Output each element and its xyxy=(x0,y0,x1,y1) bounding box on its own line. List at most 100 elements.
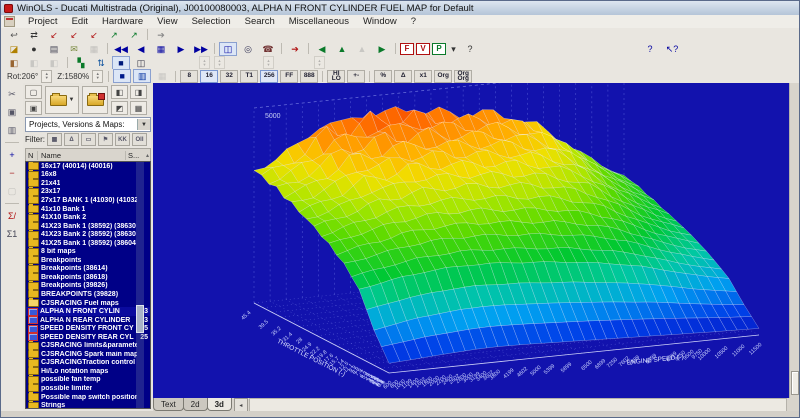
phone-icon[interactable]: ☎ xyxy=(259,42,277,56)
map-edit-icon[interactable]: ◧ xyxy=(5,56,23,70)
doc-prev-button[interactable]: ◧ xyxy=(111,85,128,99)
view-3d-icon[interactable]: ■ xyxy=(113,69,131,83)
list-item[interactable]: Breakpoints xyxy=(26,256,150,265)
list-item[interactable]: Hi/Lo notation maps xyxy=(26,367,150,376)
tab-2d[interactable]: 2d xyxy=(183,398,208,411)
view-columns-icon[interactable]: ▥ xyxy=(133,69,151,83)
next-map-icon[interactable]: ▶ xyxy=(172,42,190,56)
list-item[interactable]: 23x17 xyxy=(26,188,150,197)
tab-text[interactable]: Text xyxy=(153,398,184,411)
map-3d-view[interactable]: 5000600800100011991400160218002000220024… xyxy=(153,83,789,398)
list-item[interactable]: Strings xyxy=(26,401,150,409)
list-item[interactable]: CJSRACING Spark main maps xyxy=(26,350,150,359)
list-item[interactable]: SPEED DENSITY REAR CYL25 xyxy=(26,333,150,342)
binoculars-icon[interactable]: ● xyxy=(25,42,43,56)
width-16bit-button[interactable]: 16 xyxy=(200,70,218,83)
hilo-button[interactable]: HI LO xyxy=(327,70,345,83)
menu-window[interactable]: Window xyxy=(356,16,404,27)
first-map-icon[interactable]: ◀◀ xyxy=(112,42,130,56)
save-button[interactable]: ▣ xyxy=(25,101,42,115)
cut-icon[interactable]: ✂ xyxy=(3,87,21,101)
list-item[interactable]: 16x17 (40014) (40016) xyxy=(26,162,150,171)
list-item[interactable]: SPEED DENSITY FRONT CY25 xyxy=(26,324,150,333)
list-item[interactable]: BREAKPOINTS (39828) xyxy=(26,290,150,299)
preview-icon[interactable]: ◎ xyxy=(239,42,257,56)
filter-oii-button[interactable]: OII xyxy=(132,133,147,146)
list-item[interactable]: 21x41 xyxy=(26,179,150,188)
list-item[interactable]: possible fan temp xyxy=(26,376,150,385)
menu-selection[interactable]: Selection xyxy=(185,16,238,27)
factor-button[interactable]: x1 xyxy=(414,70,432,83)
combo-dropdown-icon[interactable]: ▼ xyxy=(137,119,150,130)
panel-mode-select[interactable]: Projects, Versions & Maps: ▼ xyxy=(25,117,151,132)
menu-[interactable]: ? xyxy=(404,16,423,27)
surface-plot[interactable]: 5000600800100011991400160218002000220024… xyxy=(153,83,789,398)
doc-grid-button[interactable]: ▦ xyxy=(130,101,147,115)
compare-icon[interactable]: ▚ xyxy=(72,56,90,70)
menu-view[interactable]: View xyxy=(150,16,184,27)
org-org-button[interactable]: Org Org xyxy=(454,70,472,83)
context-help-icon[interactable]: ? xyxy=(641,42,659,56)
up-icon[interactable]: ▲ xyxy=(333,42,351,56)
filter-hex-button[interactable]: ▦ xyxy=(47,133,62,146)
list-scrollbar-thumb[interactable] xyxy=(136,305,144,333)
undo-icon[interactable]: ↩ xyxy=(5,28,23,42)
menu-edit[interactable]: Edit xyxy=(65,16,95,27)
width-8bit-button[interactable]: 8 xyxy=(180,70,198,83)
chart-hscrollbar[interactable] xyxy=(249,398,787,412)
delete-version-icon[interactable]: − xyxy=(3,166,21,180)
list-item[interactable]: Breakpoints (39826) xyxy=(26,282,150,291)
dec-display-button[interactable]: 256 xyxy=(260,70,278,83)
sigma-one-icon[interactable]: Σ1 xyxy=(1,227,23,241)
doc-next-button[interactable]: ◩ xyxy=(111,101,128,115)
sigma-slash-icon[interactable]: Σ/ xyxy=(1,209,23,223)
filter-flag-button[interactable]: ⚑ xyxy=(98,133,113,146)
width-text-button[interactable]: T1 xyxy=(240,70,258,83)
list-item[interactable]: possible limiter xyxy=(26,384,150,393)
list-item[interactable]: 41X10 Bank 2 xyxy=(26,213,150,222)
f-window-icon[interactable]: F xyxy=(400,43,414,55)
open-recent-button[interactable] xyxy=(82,86,108,114)
checksum-red1-icon[interactable]: ↙ xyxy=(45,28,63,42)
menu-search[interactable]: Search xyxy=(238,16,282,27)
pane-icon[interactable]: ◫ xyxy=(132,56,150,70)
list-item[interactable]: CJSRACING limits&parameters xyxy=(26,341,150,350)
list-item[interactable]: Breakpoints (38614) xyxy=(26,265,150,274)
map-list-icon[interactable]: ▦ xyxy=(152,42,170,56)
prev-map-icon[interactable]: ◀ xyxy=(132,42,150,56)
width-32bit-button[interactable]: 32 xyxy=(220,70,238,83)
list-item[interactable]: 41X23 Bank 2 (38592) (38630 xyxy=(26,230,150,239)
list-item[interactable]: 27x17 BANK 1 (41030) (41032 xyxy=(26,196,150,205)
new-version-icon[interactable]: + xyxy=(3,148,21,162)
list-item[interactable]: 41x10 Bank 1 xyxy=(26,205,150,214)
list-item[interactable]: ALPHA N FRONT CYLIN23 xyxy=(26,307,150,316)
checksum-green2-icon[interactable]: ↗ xyxy=(125,28,143,42)
split-view-icon[interactable]: ◫ xyxy=(219,42,237,56)
chart-vscrollbar[interactable] xyxy=(789,83,800,398)
list-item[interactable]: 8 bit maps xyxy=(26,247,150,256)
print-icon[interactable]: ▤ xyxy=(45,42,63,56)
sort-icon[interactable]: ⇅ xyxy=(92,56,110,70)
copy-icon[interactable]: ▣ xyxy=(3,105,21,119)
checksum-red2-icon[interactable]: ↙ xyxy=(65,28,83,42)
menu-project[interactable]: Project xyxy=(21,16,65,27)
filter-delta-button[interactable]: Δ xyxy=(64,133,79,146)
list-item[interactable]: CJSRACINGTraction control (3 xyxy=(26,359,150,368)
p-window-icon[interactable]: P xyxy=(432,43,446,55)
tab-3d[interactable]: 3d xyxy=(207,398,232,411)
list-item[interactable]: 41X23 Bank 1 (38592) (38630 xyxy=(26,222,150,231)
list-item[interactable]: CJSRACING Fuel maps xyxy=(26,299,150,308)
sign-button[interactable]: +- xyxy=(347,70,365,83)
chart-vscrollbar-thumb[interactable] xyxy=(791,371,799,395)
doc-edit-button[interactable]: ◨ xyxy=(130,85,147,99)
col-size[interactable]: S... xyxy=(126,151,146,160)
checksum-red3-icon[interactable]: ↙ xyxy=(85,28,103,42)
org-button[interactable]: Org xyxy=(434,70,452,83)
col-name[interactable]: Name xyxy=(38,151,126,160)
swap-arrows-icon[interactable]: ⇄ xyxy=(25,28,43,42)
filter-kk-button[interactable]: KK xyxy=(115,133,130,146)
paste-icon[interactable]: ▥ xyxy=(3,123,21,137)
window-dropdown-icon[interactable]: ▾ xyxy=(448,42,459,56)
menu-hardware[interactable]: Hardware xyxy=(95,16,150,27)
list-item[interactable]: Breakpoints (38618) xyxy=(26,273,150,282)
